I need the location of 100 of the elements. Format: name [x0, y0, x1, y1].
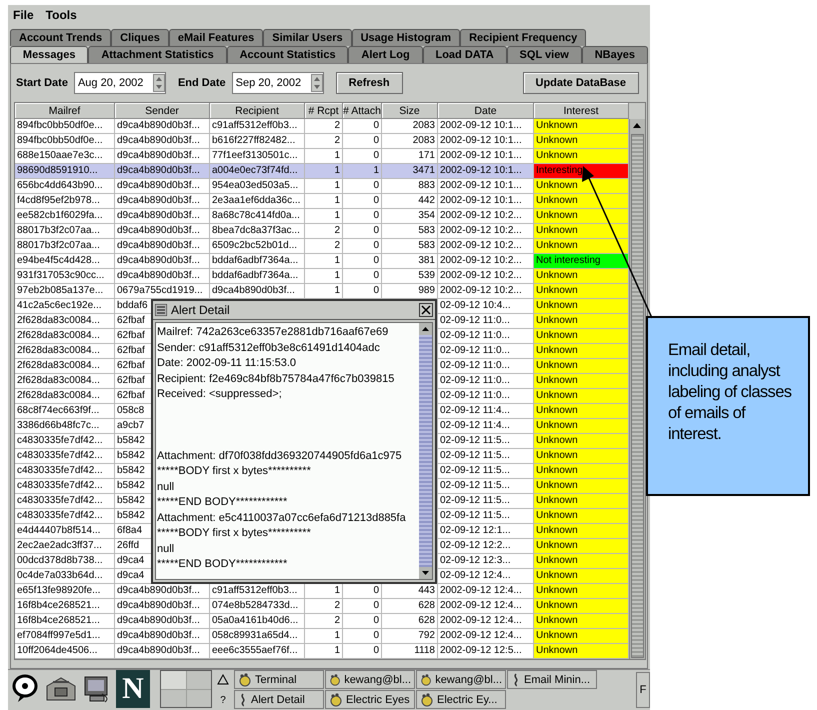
table-cell: 656bc4dd643b90... [15, 179, 115, 194]
table-row[interactable]: 10ff2064de4506... d9ca4b890d0b3f... eee6c3555aef76f... 1 0 1118 2002-09-12 12:5... Unknown [15, 644, 629, 659]
table-cell: 0 [343, 209, 382, 224]
table-row[interactable]: 894fbc0bb50df0e... d9ca4b890d0b3f... c91aff5312eff0b3... 2 0 2083 2002-09-12 10:1... Unknown [15, 119, 629, 134]
foot-icon [329, 672, 342, 686]
table-cell: 2083 [382, 134, 438, 149]
table-cell: e4d44407b8f514... [15, 524, 115, 539]
tab[interactable]: NBayes [582, 46, 648, 63]
tab[interactable]: Messages [10, 46, 88, 63]
column-header[interactable]: # Rcpt [305, 103, 343, 119]
task-label: Email Minin... [524, 674, 590, 686]
start-date-field[interactable]: Aug 20, 2002 [74, 72, 166, 94]
tab[interactable]: Account Statistics [226, 46, 348, 63]
table-cell: d9ca4b890d0b3f... [115, 224, 210, 239]
task-button[interactable]: kewang@bl... [325, 670, 415, 689]
task-button[interactable]: Terminal [234, 670, 324, 689]
task-label: Terminal [255, 674, 297, 686]
callout: Email detail, including analyst labeling of classes of emails of interest. [646, 316, 810, 496]
menu-item[interactable]: File [13, 8, 34, 22]
update-button[interactable]: Update DataBase [522, 72, 639, 94]
table-cell: c4830335fe7df42... [15, 494, 115, 509]
table-cell: 2f628da83c0084... [15, 344, 115, 359]
table-row[interactable]: 88017b3f2c07aa... d9ca4b890d0b3f... 8bea7dc8a37f3ac... 2 0 583 2002-09-12 10:2... Unknown [15, 224, 629, 239]
table-cell: d9ca4b890d0b3f... [115, 614, 210, 629]
table-cell: 98690d8591910... [15, 164, 115, 179]
task-button[interactable]: Electric Eyes [325, 690, 415, 709]
table-cell: 0 [343, 194, 382, 209]
table-row[interactable]: ee582cb1f6029fa... d9ca4b890d0b3f... 8a68c78c414fd0a... 1 0 354 2002-09-12 10:2... Unknown [15, 209, 629, 224]
interest-cell: Unknown [534, 629, 629, 644]
table-row[interactable]: ef7084ff997e5d1... d9ca4b890d0b3f... 058c89931a65d4... 1 0 792 2002-09-12 12:4... Unknown [15, 629, 629, 644]
column-header[interactable]: Interest [534, 103, 629, 119]
table-cell: 1 [305, 179, 343, 194]
column-header[interactable]: Sender [115, 103, 210, 119]
column-header[interactable]: # Attach [343, 103, 382, 119]
table-row[interactable]: 656bc4dd643b90... d9ca4b890d0b3f... 954ea03ed503a5... 1 0 883 2002-09-12 10:1... Unknown [15, 179, 629, 194]
scrollbar[interactable] [419, 323, 432, 579]
table-cell: d9ca4b890d0b3f... [115, 269, 210, 284]
menu-item[interactable]: Tools [46, 8, 77, 22]
table-cell: ee582cb1f6029fa... [15, 209, 115, 224]
table-row[interactable]: 894fbc0bb50df0e... d9ca4b890d0b3f... b616f227ff82482... 2 0 2083 2002-09-12 10:1... Unknown [15, 134, 629, 149]
table-row[interactable]: e94be4f5c4d428... d9ca4b890d0b3f... bddaf6adbf7364a... 1 0 381 2002-09-12 10:2... Not interesting [15, 254, 629, 269]
table-row[interactable]: f4cd8f95ef2b978... d9ca4b890d0b3f... 2e3aa1ef6dda36c... 1 0 442 2002-09-12 10:1... Unknown [15, 194, 629, 209]
interest-cell: Not interesting [534, 254, 629, 269]
table-cell: 0 [343, 269, 382, 284]
help-icon[interactable] [12, 674, 38, 704]
tab[interactable]: Account Trends [10, 29, 112, 46]
table-cell: 0 [343, 179, 382, 194]
tab[interactable]: Attachment Statistics [88, 46, 227, 63]
tab[interactable]: Alert Log [348, 46, 423, 63]
task-button[interactable]: F [636, 672, 650, 708]
table-row[interactable]: 931f317053c90cc... d9ca4b890d0b3f... bddaf6adbf7364a... 1 0 539 2002-09-12 10:2... Unknown [15, 269, 629, 284]
tab[interactable]: eMail Features [168, 29, 264, 46]
task-button[interactable]: kewang@bl... [416, 670, 506, 689]
task-button[interactable]: Alert Detail [234, 690, 324, 709]
table-row[interactable]: 88017b3f2c07aa... d9ca4b890d0b3f... 6509c2bc52b01d... 2 0 583 2002-09-12 10:2... Unknown [15, 239, 629, 254]
help-button[interactable]: ? [220, 694, 226, 706]
interest-cell: Unknown [534, 194, 629, 209]
table-row[interactable]: 16f8b4ce268521... d9ca4b890d0b3f... 05a0a4161b40d6... 2 0 628 2002-09-12 12:4... Unknown [15, 614, 629, 629]
tab[interactable]: Cliques [111, 29, 169, 46]
table-cell: e94be4f5c4d428... [15, 254, 115, 269]
column-header[interactable]: Mailref [15, 103, 115, 119]
table-cell: c4830335fe7df42... [15, 464, 115, 479]
menu-icon[interactable] [155, 304, 167, 316]
table-cell: 894fbc0bb50df0e... [15, 134, 115, 149]
table-cell: 2f628da83c0084... [15, 374, 115, 389]
table-cell: 41c2a5c6ec192e... [15, 299, 115, 314]
table-row[interactable]: 16f8b4ce268521... d9ca4b890d0b3f... 074e8b5284733d... 2 0 628 2002-09-12 12:4... Unknown [15, 599, 629, 614]
table-cell: 2ec2ae2adc3ff37... [15, 539, 115, 554]
spinner-icon[interactable] [310, 74, 323, 92]
tab[interactable]: Recipient Frequency [460, 29, 586, 46]
task-button[interactable]: Electric Ey... [416, 690, 506, 709]
table-cell: 792 [382, 629, 438, 644]
interest-cell: Unknown [534, 119, 629, 134]
table-row[interactable]: 98690d8591910... d9ca4b890d0b3f... a004e0ec73f74fd... 1 1 3471 2002-09-12 10:1... Interesting [15, 164, 629, 179]
column-header[interactable]: Recipient [210, 103, 305, 119]
interest-cell: Unknown [534, 644, 629, 659]
browser-launcher[interactable]: N [116, 670, 150, 708]
tab[interactable]: Usage Histogram [352, 29, 460, 46]
task-label: kewang@bl... [435, 674, 502, 686]
table-cell: 8a68c78c414fd0a... [210, 209, 305, 224]
spinner-icon[interactable] [152, 74, 165, 92]
end-date-field[interactable]: Sep 20, 2002 [232, 72, 324, 94]
refresh-button[interactable]: Refresh [336, 72, 403, 94]
table-cell: 2f628da83c0084... [15, 389, 115, 404]
table-cell: 1 [305, 209, 343, 224]
table-cell: 1 [305, 164, 343, 179]
tab[interactable]: SQL view [506, 46, 582, 63]
tab[interactable]: Load DATA [422, 46, 507, 63]
task-button[interactable]: Email Minin... [507, 670, 597, 689]
interest-cell: Unknown [534, 209, 629, 224]
column-header[interactable]: Date [438, 103, 534, 119]
table-cell: 00dcd378d8b738... [15, 554, 115, 569]
table-cell: c4830335fe7df42... [15, 449, 115, 464]
workspace-pager[interactable] [160, 670, 212, 708]
triangle-icon[interactable] [217, 674, 229, 686]
table-cell: d9ca4b890d0b3f... [115, 209, 210, 224]
scrollbar[interactable] [629, 119, 645, 659]
tab[interactable]: Similar Users [263, 29, 352, 46]
close-icon[interactable] [419, 303, 433, 317]
column-header[interactable]: Size [382, 103, 438, 119]
